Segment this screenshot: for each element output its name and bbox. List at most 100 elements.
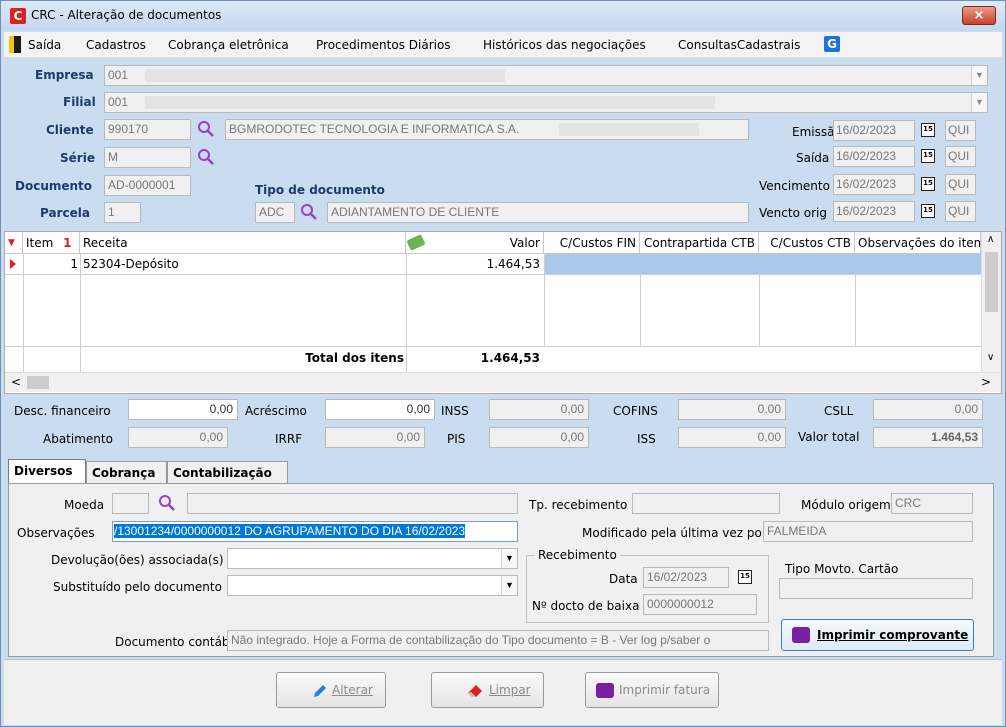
menu-saida[interactable]: Saída: [28, 38, 61, 52]
desc-financeiro-label: Desc. financeiro: [14, 404, 111, 418]
search-icon[interactable]: [300, 203, 318, 221]
col-header-receita[interactable]: Receita: [80, 232, 406, 254]
docto-baixa-label: Nº docto de baixa: [532, 599, 640, 613]
calendar-icon[interactable]: 15: [921, 177, 935, 191]
cliente-name-value: BGMRODOTEC TECNOLOGIA E INFORMATICA S.A.: [229, 122, 520, 136]
vencto-orig-date-field[interactable]: 16/02/2023: [833, 201, 915, 222]
cliente-code-field[interactable]: 990170: [104, 119, 191, 140]
cliente-label: Cliente: [46, 123, 94, 137]
saida-label: Saída: [796, 151, 830, 165]
scroll-right-icon[interactable]: >: [981, 375, 991, 389]
vertical-scrollbar[interactable]: ∧ ∨: [981, 232, 1001, 372]
saida-date-field[interactable]: 16/02/2023: [833, 146, 915, 167]
menu-consultas-cadastrais[interactable]: ConsultasCadastrais: [678, 38, 800, 52]
serie-field[interactable]: M: [104, 147, 191, 168]
g-app-icon[interactable]: G: [824, 36, 840, 52]
menu-cobranca-eletronica[interactable]: Cobrança eletrônica: [168, 38, 289, 52]
sort-indicator-icon: 1: [63, 236, 72, 250]
acrescimo-field[interactable]: 0,00: [325, 399, 435, 420]
search-icon[interactable]: [158, 494, 176, 512]
redacted-block: [145, 96, 715, 109]
filial-value: 001: [108, 95, 129, 109]
col-header-observacoes-item[interactable]: Observações do item: [855, 232, 981, 254]
filter-arrow-icon[interactable]: ▼: [5, 232, 23, 254]
total-itens-value: 1.464,53: [480, 351, 540, 365]
recebimento-group-title: Recebimento: [535, 548, 620, 562]
devolucao-select[interactable]: ▼: [227, 548, 518, 569]
calendar-icon[interactable]: 15: [921, 123, 935, 137]
scroll-left-icon[interactable]: <: [11, 375, 21, 389]
tab-diversos[interactable]: Diversos: [8, 459, 86, 484]
search-icon[interactable]: [197, 148, 215, 166]
scroll-thumb[interactable]: [985, 252, 998, 312]
menu-historicos-negociacoes[interactable]: Históricos das negociações: [483, 38, 646, 52]
vencimento-date-field[interactable]: 16/02/2023: [833, 174, 915, 195]
data-recebimento-label: Data: [609, 572, 638, 586]
moeda-code-field[interactable]: [112, 493, 149, 514]
table-row-valor[interactable]: 1.464,53: [406, 254, 540, 274]
scroll-up-icon[interactable]: ∧: [987, 234, 994, 245]
scroll-thumb-h[interactable]: [27, 376, 49, 389]
tp-recebimento-label: Tp. recebimento: [529, 498, 628, 512]
chevron-down-icon[interactable]: ▼: [501, 576, 517, 595]
eraser-icon: [468, 685, 482, 697]
calendar-icon[interactable]: 15: [738, 570, 752, 584]
scroll-down-icon[interactable]: ∨: [987, 352, 994, 363]
tab-cobranca[interactable]: Cobrança: [86, 461, 167, 483]
acrescimo-label: Acréscimo: [245, 404, 307, 418]
docto-baixa-field: 0000000012: [643, 594, 757, 615]
close-button[interactable]: ×: [962, 6, 996, 25]
alterar-button[interactable]: Alterar: [276, 672, 386, 708]
data-recebimento-field[interactable]: 16/02/2023: [643, 567, 729, 588]
pencil-icon: [314, 685, 326, 697]
tipo-documento-name-field[interactable]: ADIANTAMENTO DE CLIENTE: [327, 202, 749, 223]
tp-recebimento-field[interactable]: [632, 493, 780, 514]
col-header-ccustos-ctb[interactable]: C/Custos CTB: [759, 232, 855, 254]
items-grid[interactable]: ▼ Item 1 Receita Valor C/Custos FIN Cont…: [4, 231, 1002, 394]
desc-financeiro-field[interactable]: 0,00: [128, 399, 238, 420]
table-row-receita[interactable]: 52304-Depósito: [83, 254, 403, 274]
chevron-down-icon[interactable]: ▼: [501, 549, 517, 568]
total-itens-label: Total dos itens: [305, 351, 404, 365]
saida-day-field: QUI: [945, 146, 976, 167]
abatimento-field: 0,00: [128, 427, 228, 448]
app-window: C CRC - Alteração de documentos × Saída …: [0, 0, 1006, 727]
menu-procedimentos-diarios[interactable]: Procedimentos Diários: [316, 38, 451, 52]
calendar-icon[interactable]: 15: [921, 204, 935, 218]
documento-label: Documento: [15, 179, 93, 193]
tab-contabilizacao[interactable]: Contabilização: [167, 461, 288, 483]
vencto-orig-day-field: QUI: [945, 201, 976, 222]
printer-icon: [596, 683, 614, 698]
emissao-date-field[interactable]: 16/02/2023: [833, 120, 915, 141]
exit-door-icon[interactable]: [9, 36, 21, 53]
imprimir-fatura-button[interactable]: Imprimir fatura: [585, 672, 719, 708]
modificado-por-field: FALMEIDA: [763, 521, 973, 542]
substituido-select[interactable]: ▼: [227, 575, 518, 596]
observacoes-value: /13001234/0000000012 DO AGRUPAMENTO DO D…: [114, 524, 466, 538]
title-bar: C CRC - Alteração de documentos ×: [1, 1, 1005, 31]
table-row-selected-cells[interactable]: [545, 254, 981, 274]
cliente-name-field[interactable]: BGMRODOTEC TECNOLOGIA E INFORMATICA S.A.: [225, 119, 749, 140]
table-row-item[interactable]: 1: [23, 254, 78, 274]
filial-label: Filial: [63, 95, 96, 109]
chevron-down-icon[interactable]: ▼: [971, 93, 987, 112]
observacoes-field[interactable]: /13001234/0000000012 DO AGRUPAMENTO DO D…: [112, 521, 518, 542]
horizontal-scrollbar[interactable]: < >: [5, 372, 1001, 392]
empresa-select[interactable]: 001 ▼: [104, 65, 988, 86]
calendar-icon[interactable]: 15: [921, 149, 935, 163]
filial-select[interactable]: 001 ▼: [104, 92, 988, 113]
moeda-name-field[interactable]: [187, 493, 518, 514]
col-header-item[interactable]: Item 1: [23, 232, 80, 254]
col-header-valor[interactable]: Valor: [406, 232, 544, 254]
menu-cadastros[interactable]: Cadastros: [86, 38, 146, 52]
col-header-contrapartida-ctb[interactable]: Contrapartida CTB: [640, 232, 759, 254]
limpar-button[interactable]: Limpar: [431, 672, 544, 708]
search-icon[interactable]: [197, 120, 215, 138]
recebimento-group: Recebimento Data 16/02/2023 15 Nº docto …: [526, 548, 769, 623]
col-header-ccustos-fin[interactable]: C/Custos FIN: [544, 232, 640, 254]
parcela-field[interactable]: 1: [104, 202, 141, 223]
documento-field[interactable]: AD-0000001: [104, 175, 191, 196]
imprimir-comprovante-button[interactable]: Imprimir comprovante: [781, 619, 974, 651]
tipo-documento-code-field[interactable]: ADC: [255, 202, 295, 223]
chevron-down-icon[interactable]: ▼: [971, 66, 987, 85]
